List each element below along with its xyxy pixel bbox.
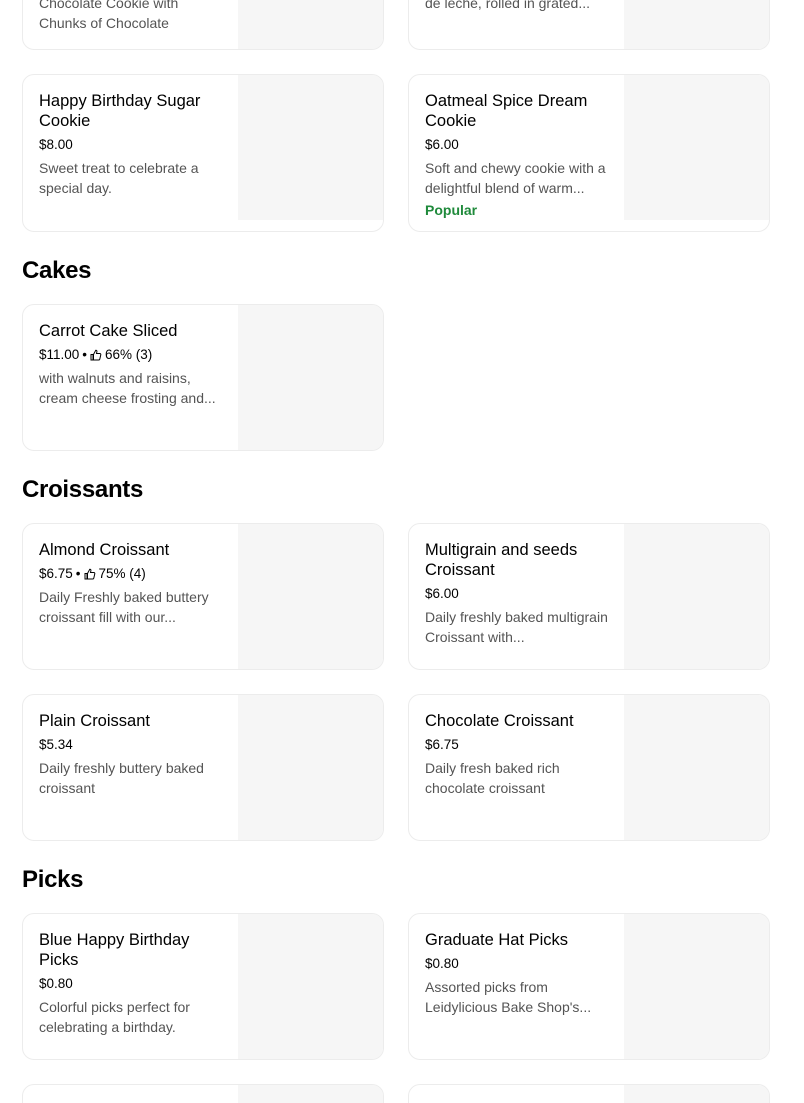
item-image	[624, 524, 769, 669]
item-image	[238, 75, 383, 220]
menu-item-card[interactable]: Happy Birthday Sugar Cookie $8.00 Sweet …	[22, 74, 384, 232]
popular-badge: Popular	[425, 202, 478, 218]
item-meta: $6.75 • 75% (4)	[39, 565, 229, 583]
item-meta: $8.00	[39, 136, 229, 154]
meta-separator: •	[75, 566, 81, 581]
item-meta: $6.00	[425, 585, 615, 603]
item-image	[238, 695, 383, 840]
item-description: Daily fresh baked rich chocolate croissa…	[425, 760, 560, 796]
item-meta: $6.00	[425, 136, 615, 154]
item-description: de leche, rolled in grated...	[425, 0, 590, 11]
menu-item-card[interactable]: de leche, rolled in grated...	[408, 0, 770, 50]
item-description: Daily freshly baked multigrain Croissant…	[425, 609, 608, 645]
item-meta: $11.00 • 66% (3)	[39, 346, 229, 364]
item-image	[624, 75, 769, 220]
item-price: $6.00	[425, 137, 459, 152]
item-price: $8.00	[39, 137, 73, 152]
item-price: $11.00	[39, 347, 80, 362]
item-price: $6.75	[39, 566, 73, 581]
item-price: $6.75	[425, 737, 459, 752]
item-image	[624, 0, 769, 49]
menu-item-card[interactable]: Plain Croissant $5.34 Daily freshly butt…	[22, 694, 384, 841]
section-title-picks: Picks	[22, 866, 84, 893]
item-name: Happy Birthday Sugar Cookie	[39, 92, 201, 130]
menu-item-card[interactable]: Graduate Hat Picks $0.80 Assorted picks …	[408, 913, 770, 1060]
item-image	[238, 0, 383, 49]
item-rating: 66% (3)	[105, 347, 153, 362]
item-price: $6.00	[425, 586, 459, 601]
section-title-cakes: Cakes	[22, 257, 92, 284]
thumbs-up-icon	[84, 568, 95, 580]
item-description: Daily Freshly baked buttery croissant fi…	[39, 589, 209, 625]
item-image	[624, 914, 769, 1059]
item-price: $0.80	[425, 956, 459, 971]
item-description: Colorful picks perfect for celebrating a…	[39, 999, 190, 1035]
item-description: Daily freshly buttery baked croissant	[39, 760, 204, 796]
item-image	[624, 1085, 769, 1103]
item-price: $5.34	[39, 737, 73, 752]
item-name: Graduate Hat Picks	[425, 931, 569, 949]
item-image	[624, 695, 769, 840]
menu-item-card[interactable]: Oatmeal Spice Dream Cookie $6.00 Soft an…	[408, 74, 770, 232]
section-title-croissants: Croissants	[22, 476, 144, 503]
menu-item-card[interactable]	[22, 1084, 384, 1103]
item-name: Carrot Cake Sliced	[39, 322, 178, 340]
item-image	[238, 524, 383, 669]
item-meta: $0.80	[39, 975, 229, 993]
item-image	[238, 914, 383, 1059]
item-price: $0.80	[39, 976, 73, 991]
item-meta: $0.80	[425, 955, 615, 973]
item-description: Sweet treat to celebrate a special day.	[39, 160, 199, 196]
menu-item-card[interactable]: Chocolate Cookie with Chunks of Chocolat…	[22, 0, 384, 50]
item-description: Soft and chewy cookie with a delightful …	[425, 160, 606, 196]
item-name: Oatmeal Spice Dream Cookie	[425, 92, 588, 130]
menu-item-card[interactable]: Blue Happy Birthday Picks $0.80 Colorful…	[22, 913, 384, 1060]
item-description: with walnuts and raisins, cream cheese f…	[39, 370, 216, 406]
thumbs-up-icon	[90, 349, 102, 361]
menu-item-card[interactable]: Chocolate Croissant $6.75 Daily fresh ba…	[408, 694, 770, 841]
item-meta: $6.75	[425, 736, 615, 754]
menu-item-card[interactable]: Multigrain and seeds Croissant $6.00 Dai…	[408, 523, 770, 670]
menu-item-card[interactable]: Almond Croissant $6.75 • 75% (4) Daily F…	[22, 523, 384, 670]
item-description: Assorted picks from Leidylicious Bake Sh…	[425, 979, 592, 1015]
item-name: Multigrain and seeds Croissant	[425, 541, 578, 579]
item-meta: $5.34	[39, 736, 229, 754]
meta-separator: •	[82, 347, 88, 362]
item-name: Almond Croissant	[39, 541, 170, 559]
menu-item-card[interactable]: Carrot Cake Sliced $11.00 • 66% (3) with…	[22, 304, 384, 451]
item-image	[238, 305, 383, 450]
menu-item-card[interactable]	[408, 1084, 770, 1103]
item-image	[238, 1085, 383, 1103]
item-name: Chocolate Croissant	[425, 712, 574, 730]
item-name: Plain Croissant	[39, 712, 150, 730]
item-name: Blue Happy Birthday Picks	[39, 931, 190, 969]
item-rating: 75% (4)	[98, 566, 146, 581]
item-description: Chocolate Cookie with Chunks of Chocolat…	[39, 0, 179, 31]
